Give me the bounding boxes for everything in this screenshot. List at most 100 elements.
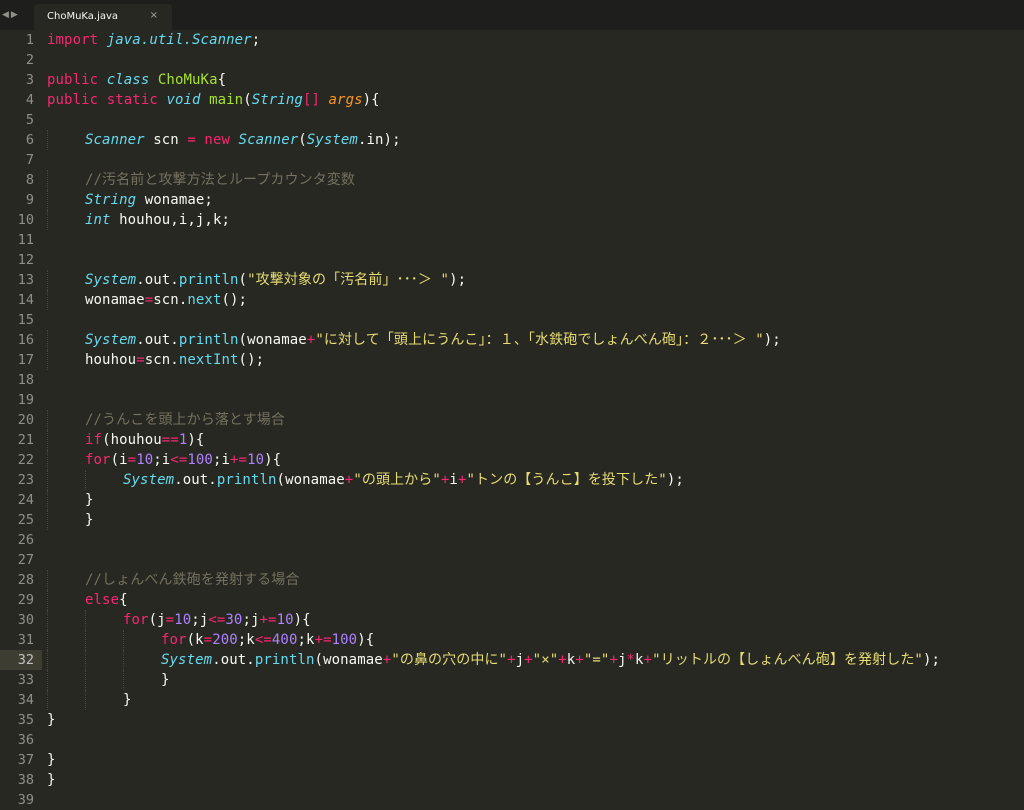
code-line[interactable]: 11 xyxy=(0,230,1024,250)
line-number: 5 xyxy=(25,112,34,128)
code-line[interactable]: 23 System.out.println(wonamae+"の頭上から"+i+"… xyxy=(0,470,1024,490)
code-text: } xyxy=(47,710,56,730)
code-token: ;i xyxy=(212,452,231,468)
code-line[interactable]: 31 for(k=200;k<=400;k+=100){ xyxy=(0,630,1024,650)
code-line[interactable]: 4 public static void main(String[] args){ xyxy=(0,90,1024,110)
code-line[interactable]: 34} xyxy=(0,690,1024,710)
code-line[interactable]: 28 //しょんべん鉄砲を発射する場合 xyxy=(0,570,1024,590)
tab-filename: ChoMuKa.java xyxy=(47,11,119,22)
code-line[interactable]: 1 import java.util.Scanner; xyxy=(0,30,1024,50)
close-icon[interactable]: × xyxy=(150,10,158,21)
code-line[interactable]: 29 else{ xyxy=(0,590,1024,610)
code-token: (k xyxy=(186,632,204,648)
back-arrow-icon[interactable]: ◀ xyxy=(2,8,9,22)
code-line[interactable]: 15 xyxy=(0,310,1024,330)
line-number: 10 xyxy=(17,212,34,228)
code-line[interactable]: 17 houhou=scn.nextInt(); xyxy=(0,350,1024,370)
code-line[interactable]: 27 xyxy=(0,550,1024,570)
code-token: //汚名前と攻撃方法とループカウンタ変数 xyxy=(85,172,356,188)
tab-chomuka-java[interactable]: ChoMuKa.java × xyxy=(34,4,172,30)
code-token: [] xyxy=(302,92,320,108)
code-line[interactable]: 36 xyxy=(0,730,1024,750)
code-token: println xyxy=(254,652,315,668)
indent-guide xyxy=(47,430,49,450)
line-number: 16 xyxy=(17,332,34,348)
code-line[interactable]: 10 int houhou,i,j,k; xyxy=(0,210,1024,230)
code-token: "攻撃対象の「汚名前」･･･＞ " xyxy=(247,272,450,288)
code-line[interactable]: 24} xyxy=(0,490,1024,510)
code-token: (wonamae xyxy=(314,652,383,668)
code-text: for(k=200;k<=400;k+=100){ xyxy=(161,630,374,650)
code-token: println xyxy=(178,272,239,288)
code-token: Scanner xyxy=(238,132,299,148)
code-editor[interactable]: 1 import java.util.Scanner; 2 3 public class… xyxy=(0,30,1024,809)
code-line[interactable]: 16 System.out.println(wonamae+"に対して「頭上にうん… xyxy=(0,330,1024,350)
code-token: ;k xyxy=(297,632,315,648)
indent-guide xyxy=(47,670,49,690)
code-line[interactable]: 7 xyxy=(0,150,1024,170)
code-line[interactable]: 3 public class ChoMuKa{ xyxy=(0,70,1024,90)
code-token: public xyxy=(47,92,99,108)
code-text: } xyxy=(47,770,56,790)
code-line[interactable]: 39 xyxy=(0,790,1024,810)
line-number: 33 xyxy=(17,672,34,688)
code-token: = xyxy=(203,632,213,648)
code-text: import java.util.Scanner; xyxy=(47,30,260,50)
code-token: } xyxy=(47,752,56,768)
code-token: java.util.Scanner xyxy=(106,32,252,48)
code-token: <= xyxy=(170,452,188,468)
indent-guide xyxy=(47,610,49,630)
code-token: + xyxy=(524,652,533,668)
code-line[interactable]: 33} xyxy=(0,670,1024,690)
code-line[interactable]: 38} xyxy=(0,770,1024,790)
code-token: wonamae xyxy=(85,292,145,308)
code-line[interactable]: 20 //うんこを頭上から落とす場合 xyxy=(0,410,1024,430)
code-line[interactable]: 25} xyxy=(0,510,1024,530)
code-line[interactable]: 2 xyxy=(0,50,1024,70)
code-token: for xyxy=(161,632,187,648)
forward-arrow-icon[interactable]: ▶ xyxy=(11,8,18,22)
code-token: 100 xyxy=(187,452,213,468)
code-line[interactable]: 14 wonamae=scn.next(); xyxy=(0,290,1024,310)
code-line[interactable]: 18 xyxy=(0,370,1024,390)
code-line[interactable]: 30 for(j=10;j<=30;j+=10){ xyxy=(0,610,1024,630)
code-token: .out. xyxy=(136,332,179,348)
code-line[interactable]: 35} xyxy=(0,710,1024,730)
code-token: ); xyxy=(449,272,467,288)
code-line[interactable]: 22 for(i=10;i<=100;i+=10){ xyxy=(0,450,1024,470)
line-number: 12 xyxy=(17,252,34,268)
code-text: //汚名前と攻撃方法とループカウンタ変数 xyxy=(85,170,355,190)
code-text: //しょんべん鉄砲を発射する場合 xyxy=(85,570,299,590)
code-token: + xyxy=(558,652,567,668)
indent-guide xyxy=(85,630,87,650)
code-token: String xyxy=(85,192,137,208)
code-line[interactable]: 6 Scanner scn = new Scanner(System.in); xyxy=(0,130,1024,150)
code-line[interactable]: 26 xyxy=(0,530,1024,550)
code-token: <= xyxy=(254,632,272,648)
code-line[interactable]: 9 String wonamae; xyxy=(0,190,1024,210)
indent-guide xyxy=(47,590,49,610)
line-number: 2 xyxy=(25,52,34,68)
code-token: "×" xyxy=(532,652,559,668)
line-number: 31 xyxy=(17,632,34,648)
code-token: wonamae; xyxy=(136,192,213,208)
code-token: ChoMuKa xyxy=(157,72,218,88)
code-text: System.out.println(wonamae+"に対して「頭上にうんこ」… xyxy=(85,330,781,350)
indent-guide xyxy=(85,610,87,630)
code-line[interactable]: 37} xyxy=(0,750,1024,770)
code-line[interactable]: 32 System.out.println(wonamae+"の鼻の穴の中に"+j… xyxy=(0,650,1024,670)
code-token: System xyxy=(161,652,213,668)
code-token: int xyxy=(85,212,111,228)
code-text: Scanner scn = new Scanner(System.in); xyxy=(85,130,401,150)
code-line[interactable]: 19 xyxy=(0,390,1024,410)
code-token: 400 xyxy=(271,632,298,648)
code-line[interactable]: 5 xyxy=(0,110,1024,130)
code-line[interactable]: 13 System.out.println("攻撃対象の「汚名前」･･･＞ "); xyxy=(0,270,1024,290)
code-line[interactable]: 21 if(houhou==1){ xyxy=(0,430,1024,450)
code-token: //しょんべん鉄砲を発射する場合 xyxy=(85,572,300,588)
code-line[interactable]: 12 xyxy=(0,250,1024,270)
code-token: += xyxy=(230,452,248,468)
code-token: * xyxy=(626,652,636,668)
code-line[interactable]: 8 //汚名前と攻撃方法とループカウンタ変数 xyxy=(0,170,1024,190)
